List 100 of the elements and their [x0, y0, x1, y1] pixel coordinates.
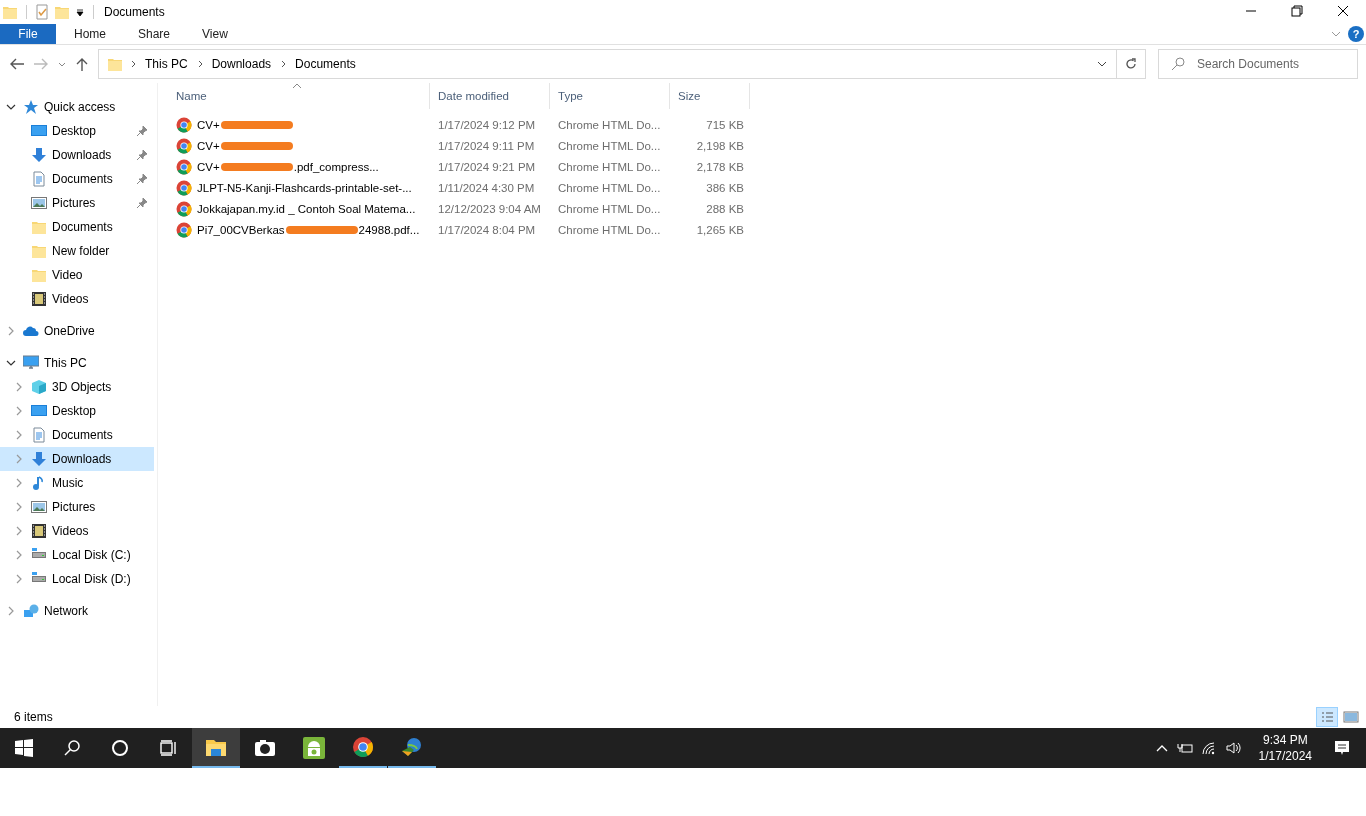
folder-icon: [107, 56, 123, 72]
tree-item[interactable]: Desktop: [0, 399, 154, 423]
table-cell-text: Chrome HTML Do...: [557, 181, 662, 194]
speaker-icon[interactable]: [1224, 741, 1243, 755]
table-cell-text: 1/17/2024 8:04 PM: [437, 223, 537, 236]
file-name[interactable]: Pi7_00CVBerkas 24988.pdf...: [197, 223, 420, 236]
tree-item[interactable]: OneDrive: [0, 319, 154, 343]
notification-icon[interactable]: [1333, 739, 1351, 757]
circle-icon[interactable]: [111, 739, 129, 757]
table-cell-text: 1/11/2024 4:30 PM: [437, 181, 536, 194]
table-cell-text: 2,178 KB: [695, 160, 745, 173]
document-icon: [31, 427, 47, 443]
column-header[interactable]: Name: [168, 83, 430, 109]
task-view-icon[interactable]: [159, 739, 177, 757]
chrome-icon: [176, 200, 192, 217]
chrome-icon: [352, 736, 374, 758]
file-name[interactable]: Jokkajapan.my.id _ Contoh Soal Matema...: [197, 202, 416, 215]
item-count: 6 items: [14, 710, 53, 724]
tree-item[interactable]: Videos: [0, 287, 154, 311]
folder-icon: [31, 243, 47, 259]
chrome-icon: [176, 179, 192, 196]
tree-item[interactable]: Pictures: [0, 191, 154, 215]
breadcrumb-item[interactable]: Downloads: [211, 57, 272, 71]
breadcrumb-item[interactable]: This PC: [145, 57, 188, 71]
folder-icon: [2, 4, 18, 20]
table-cell-text: Chrome HTML Do...: [557, 223, 662, 236]
file-name[interactable]: JLPT-N5-Kanji-Flashcards-printable-set-...: [197, 181, 412, 194]
document-icon: [31, 171, 47, 187]
film-icon: [31, 523, 47, 539]
monitor-icon: [31, 403, 47, 419]
folder-icon: [31, 267, 47, 283]
battery-plug-icon[interactable]: [1176, 741, 1193, 755]
down-arrow-icon: [31, 147, 47, 163]
ribbon-tab[interactable]: Home: [60, 24, 120, 44]
table-cell-text: Chrome HTML Do...: [557, 160, 662, 173]
cube-icon: [31, 379, 47, 395]
table-cell-text: 1,265 KB: [695, 223, 745, 236]
chrome-icon: [176, 158, 192, 175]
file-name[interactable]: CV+: [197, 139, 294, 152]
ribbon-tab[interactable]: Share: [124, 24, 185, 44]
chrome-icon: [176, 221, 192, 238]
back-arrow-icon[interactable]: [8, 56, 26, 72]
clock[interactable]: 9:34 PM 1/17/2024: [1252, 732, 1318, 764]
up-arrow-icon[interactable]: [74, 56, 90, 72]
file-name[interactable]: CV+: [197, 118, 294, 131]
breadcrumb-item[interactable]: Documents: [295, 57, 356, 71]
tree-item[interactable]: Documents: [0, 167, 154, 191]
table-cell-text: 2,198 KB: [695, 139, 745, 152]
tree-item[interactable]: Pictures: [0, 495, 154, 519]
table-cell-text: 12/12/2023 9:04 AM: [437, 202, 542, 215]
tree-item[interactable]: Downloads: [0, 447, 154, 471]
taskbar-app[interactable]: [192, 728, 240, 768]
ribbon-tab[interactable]: View: [188, 24, 242, 44]
folder-icon: [54, 4, 70, 20]
tree-item[interactable]: Downloads: [0, 143, 154, 167]
column-header[interactable]: Date modified: [430, 83, 550, 109]
globe-arrow-icon: [401, 736, 423, 758]
file-tab[interactable]: File: [0, 24, 56, 44]
chrome-icon: [176, 116, 192, 133]
window-title: Documents: [104, 5, 165, 19]
search-field[interactable]: Search Documents: [1158, 49, 1358, 79]
wifi-icon[interactable]: [1200, 741, 1217, 755]
table-cell-text: 288 KB: [705, 202, 745, 215]
tree-item[interactable]: Video: [0, 263, 154, 287]
table-cell-text: Chrome HTML Do...: [557, 139, 662, 152]
tree-item[interactable]: Local Disk (C:): [0, 543, 154, 567]
table-cell-text: 1/17/2024 9:21 PM: [437, 160, 537, 173]
star-icon: [23, 99, 39, 115]
search-icon: [1170, 56, 1186, 72]
tree-item[interactable]: Quick access: [0, 95, 154, 119]
tree-item[interactable]: Desktop: [0, 119, 154, 143]
help-button[interactable]: ?: [1348, 26, 1364, 42]
table-cell-text: 386 KB: [705, 181, 745, 194]
picture-icon: [31, 195, 47, 211]
windows-logo-icon[interactable]: [15, 739, 33, 757]
tree-item[interactable]: Music: [0, 471, 154, 495]
android-robot-icon: [303, 737, 325, 759]
table-cell-text: 1/17/2024 9:12 PM: [437, 118, 537, 131]
large-icons-view-icon: [1343, 709, 1359, 725]
picture-icon: [31, 499, 47, 515]
search-icon[interactable]: [63, 739, 81, 757]
tree-item[interactable]: Documents: [0, 215, 154, 239]
table-cell-text: 1/17/2024 9:11 PM: [437, 139, 536, 152]
monitor-icon: [31, 123, 47, 139]
address-bar[interactable]: This PC Downloads Documents: [98, 49, 1146, 79]
down-arrow-icon: [31, 451, 47, 467]
refresh-icon[interactable]: [1123, 56, 1139, 72]
column-header[interactable]: Type: [550, 83, 670, 109]
checkmark-document-icon[interactable]: [35, 4, 49, 20]
tree-item[interactable]: Videos: [0, 519, 154, 543]
tree-item[interactable]: Local Disk (D:): [0, 567, 154, 591]
tree-item[interactable]: 3D Objects: [0, 375, 154, 399]
network-icon: [23, 603, 39, 619]
tree-item[interactable]: Network: [0, 599, 154, 623]
column-header[interactable]: Size: [670, 83, 750, 109]
file-name[interactable]: CV+ .pdf_compress...: [197, 160, 379, 173]
camera-icon: [254, 737, 276, 759]
tree-item[interactable]: This PC: [0, 351, 154, 375]
tree-item[interactable]: New folder: [0, 239, 154, 263]
tree-item[interactable]: Documents: [0, 423, 154, 447]
